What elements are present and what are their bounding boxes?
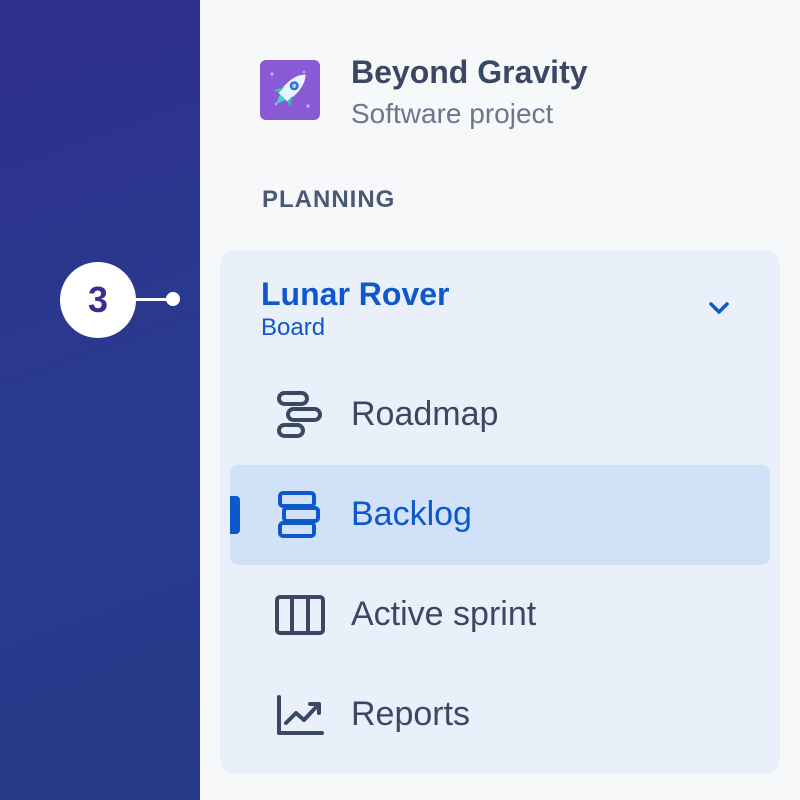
backlog-icon: [274, 489, 326, 541]
sidebar-item-reports[interactable]: Reports: [230, 665, 770, 765]
line-chart-icon: [274, 689, 326, 741]
roadmap-icon: [274, 389, 326, 441]
callout-dot: [166, 292, 180, 306]
step-badge: 3: [60, 262, 136, 338]
sidebar-item-active-sprint[interactable]: Active sprint: [230, 565, 770, 665]
sidebar-item-label: Active sprint: [351, 595, 537, 633]
active-indicator: [230, 496, 240, 534]
project-name: Beyond Gravity: [351, 54, 588, 90]
sidebar-item-label: Reports: [351, 695, 471, 733]
chevron-down-icon[interactable]: [706, 298, 732, 318]
step-number: 3: [87, 279, 109, 320]
sidebar-item-label: Roadmap: [351, 395, 499, 433]
sidebar-item-label: Backlog: [351, 495, 472, 533]
board-columns-icon: [274, 589, 326, 641]
sidebar-item-backlog[interactable]: Backlog: [230, 465, 770, 565]
rocket-icon: [260, 60, 320, 120]
sidebar-item-roadmap[interactable]: Roadmap: [230, 365, 770, 465]
board-subtitle: Board: [261, 314, 326, 341]
left-backdrop: [0, 0, 200, 800]
board-title[interactable]: Lunar Rover: [261, 276, 449, 313]
project-type: Software project: [351, 98, 554, 129]
section-heading-planning: PLANNING: [262, 186, 396, 213]
